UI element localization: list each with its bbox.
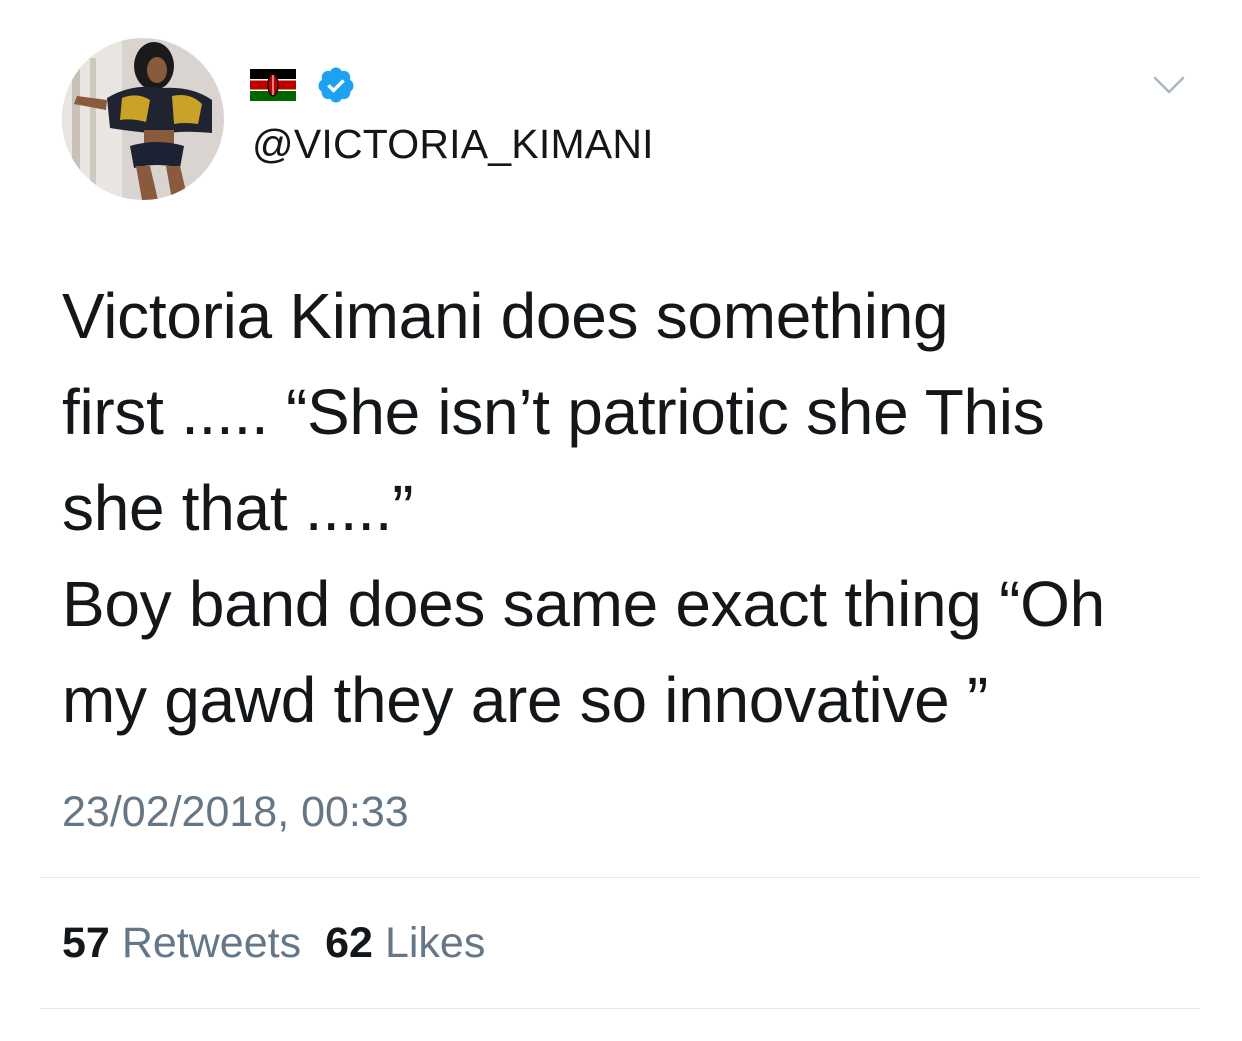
divider (40, 1008, 1200, 1009)
likes-count[interactable]: 62 (325, 917, 373, 969)
chevron-down-icon (1153, 76, 1185, 94)
tweet-text-line: Boy band does same exact thing “Oh (62, 568, 1105, 640)
tweet-timestamp[interactable]: 23/02/2018, 00:33 (62, 786, 409, 838)
retweets-label[interactable]: Retweets (122, 917, 301, 969)
tweet-text: Victoria Kimani does something first ...… (62, 268, 1182, 748)
tweet-text-line: she that .....” (62, 472, 414, 544)
avatar-image (62, 38, 224, 200)
tweet-text-line: first ..... “She isn’t patriotic she Thi… (62, 376, 1045, 448)
user-handle[interactable]: @VICTORIA_KIMANI (252, 119, 654, 169)
name-row (250, 60, 356, 110)
verified-badge-icon (318, 67, 354, 103)
tweet-card: @VICTORIA_KIMANI Victoria Kimani does so… (0, 0, 1242, 1041)
tweet-text-line: Victoria Kimani does something (62, 280, 949, 352)
tweet-menu-button[interactable] (1152, 74, 1186, 101)
retweets-count[interactable]: 57 (62, 917, 110, 969)
avatar[interactable] (62, 38, 224, 200)
likes-label[interactable]: Likes (385, 917, 485, 969)
tweet-stats: 57 Retweets 62 Likes (62, 917, 509, 969)
tweet-text-line: my gawd they are so innovative ” (62, 664, 988, 736)
divider (40, 877, 1200, 878)
kenya-flag-icon (250, 69, 296, 101)
